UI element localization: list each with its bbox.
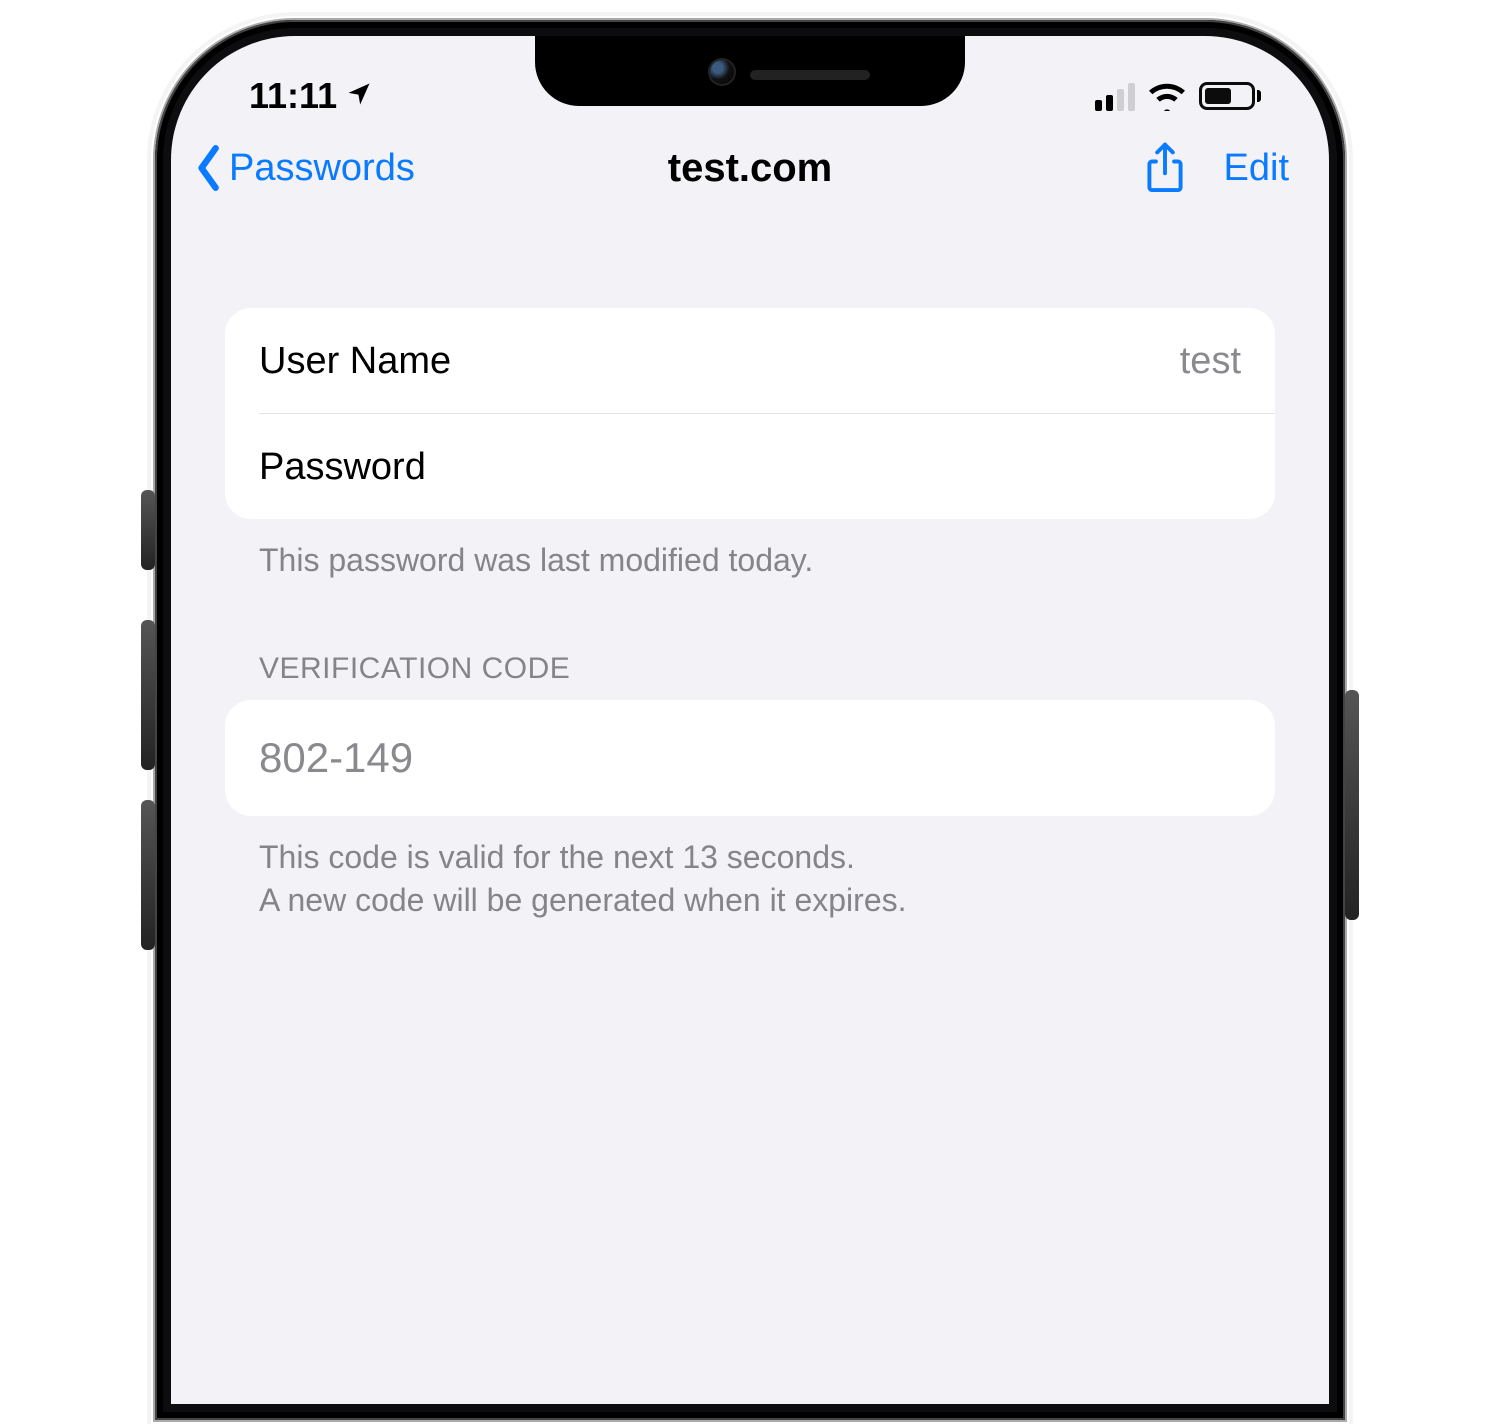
password-label: Password <box>259 446 426 489</box>
side-button <box>1345 690 1359 920</box>
chevron-left-icon <box>193 144 227 192</box>
notch <box>535 36 965 106</box>
verification-footnote-line1: This code is valid for the next 13 secon… <box>259 839 855 875</box>
cellular-icon <box>1095 81 1135 111</box>
content: User Name test Password This password wa… <box>171 228 1329 923</box>
username-value: test <box>1180 340 1241 383</box>
back-button[interactable]: Passwords <box>193 144 415 192</box>
edit-button[interactable]: Edit <box>1224 147 1289 190</box>
back-label: Passwords <box>229 147 415 190</box>
earpiece <box>750 70 870 80</box>
battery-icon <box>1199 82 1261 110</box>
front-camera <box>708 58 736 86</box>
verification-group: 802-149 <box>225 700 1275 816</box>
verification-code-row[interactable]: 802-149 <box>225 700 1275 816</box>
username-row[interactable]: User Name test <box>225 308 1275 413</box>
status-right <box>1095 81 1261 111</box>
screen: 11:11 <box>171 36 1329 1404</box>
volume-down-button <box>141 800 155 950</box>
password-footnote: This password was last modified today. <box>225 519 1275 582</box>
username-label: User Name <box>259 340 451 383</box>
volume-up-button <box>141 620 155 770</box>
share-button[interactable] <box>1144 142 1186 194</box>
nav-bar: Passwords test.com Edit <box>171 108 1329 228</box>
password-row[interactable]: Password <box>225 414 1275 519</box>
device-frame: 11:11 <box>155 20 1345 1420</box>
mute-switch <box>141 490 155 570</box>
credentials-group: User Name test Password <box>225 308 1275 519</box>
verification-footnote: This code is valid for the next 13 secon… <box>225 816 1275 922</box>
verification-header: VERIFICATION CODE <box>225 582 1275 700</box>
verification-footnote-line2: A new code will be generated when it exp… <box>259 882 907 918</box>
wifi-icon <box>1147 81 1187 111</box>
verification-code-value: 802-149 <box>259 734 413 782</box>
